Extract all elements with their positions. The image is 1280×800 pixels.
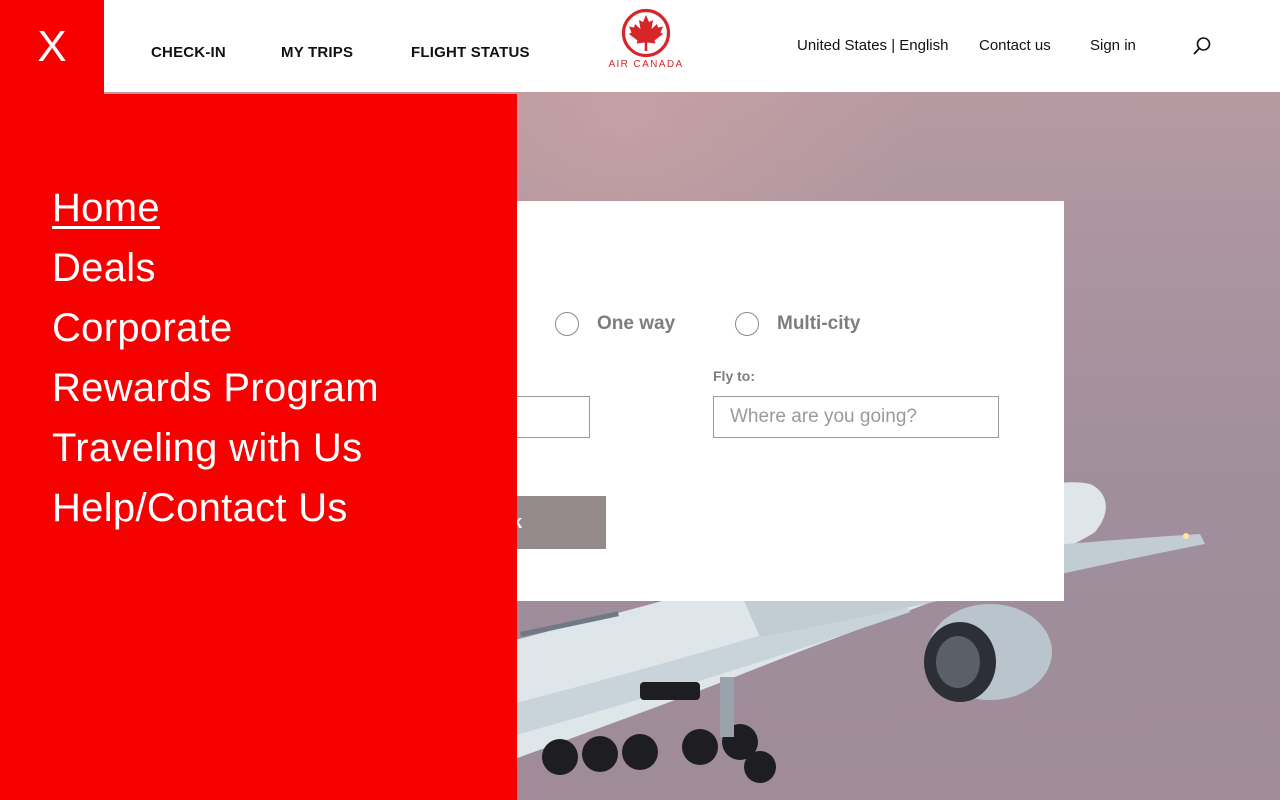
trip-type-label: One way (597, 313, 676, 334)
menu-item-deals[interactable]: Deals (52, 238, 379, 298)
fly-to-label: Fly to: (713, 368, 755, 384)
air-canada-logo[interactable]: AIR CANADA (600, 8, 692, 78)
trip-type-one-way[interactable]: One way (555, 312, 675, 336)
menu-item-home[interactable]: Home (52, 178, 379, 238)
menu-item-label: Traveling with Us (52, 426, 363, 470)
locale-selector[interactable]: United States | English (797, 37, 948, 54)
menu-item-label: Help/Contact Us (52, 486, 348, 530)
search-button[interactable] (1190, 34, 1214, 58)
menu-item-label: Home (52, 186, 160, 230)
nav-my-trips[interactable]: MY TRIPS (281, 44, 353, 61)
menu-item-rewards-program[interactable]: Rewards Program (52, 358, 379, 418)
radio-circle[interactable] (555, 312, 579, 336)
radio-circle[interactable] (735, 312, 759, 336)
nav-flight-status[interactable]: FLIGHT STATUS (411, 44, 530, 61)
contact-us-link[interactable]: Contact us (979, 37, 1051, 54)
menu-item-label: Deals (52, 246, 156, 290)
site-header: CHECK-IN MY TRIPS FLIGHT STATUS AIR CANA… (0, 0, 1280, 92)
nav-check-in[interactable]: CHECK-IN (151, 44, 226, 61)
maple-leaf-icon (621, 8, 671, 58)
menu-item-help-contact[interactable]: Help/Contact Us (52, 478, 379, 538)
trip-type-multi-city[interactable]: Multi-city (735, 312, 860, 336)
search-icon (1193, 37, 1211, 55)
menu-item-label: Corporate (52, 306, 233, 350)
menu-item-traveling-with-us[interactable]: Traveling with Us (52, 418, 379, 478)
menu-item-corporate[interactable]: Corporate (52, 298, 379, 358)
menu-list: Home Deals Corporate Rewards Program Tra… (52, 178, 379, 538)
fly-to-input[interactable] (713, 396, 999, 438)
menu-item-label: Rewards Program (52, 366, 379, 410)
sign-in-link[interactable]: Sign in (1090, 37, 1136, 54)
logo-wordmark: AIR CANADA (608, 59, 684, 70)
side-menu: Home Deals Corporate Rewards Program Tra… (0, 94, 517, 800)
trip-type-label: Multi-city (777, 313, 861, 334)
close-menu-button[interactable]: X (0, 0, 104, 94)
